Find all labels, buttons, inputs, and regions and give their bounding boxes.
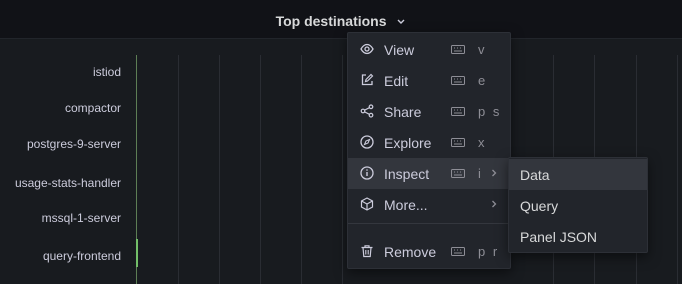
row-label: mssql-1-server (41, 211, 121, 225)
menu-item-inspect[interactable]: Inspect i (348, 158, 510, 189)
panel-title[interactable]: Top destinations (276, 13, 387, 29)
gridline (301, 55, 302, 284)
menu-shortcut: p s (478, 104, 502, 119)
gridline (219, 55, 220, 284)
submenu-item-query[interactable]: Query (509, 190, 647, 221)
menu-item-label: Explore (384, 135, 432, 151)
menu-shortcut: p r (478, 244, 500, 259)
menu-shortcut: v (478, 42, 487, 57)
menu-item-more[interactable]: More... (348, 189, 510, 220)
cube-icon (360, 197, 374, 211)
submenu-item-label: Query (520, 198, 559, 214)
chevron-right-icon (492, 200, 497, 208)
gridline (342, 55, 343, 284)
menu-item-view[interactable]: View v (348, 34, 510, 65)
trash-icon (361, 245, 373, 258)
menu-shortcut: x (478, 135, 487, 150)
gridline (677, 55, 678, 284)
menu-item-label: Edit (384, 73, 409, 89)
compass-icon (360, 135, 374, 149)
share-icon (360, 104, 374, 118)
keyboard-icon (451, 76, 465, 85)
menu-item-label: Share (384, 104, 422, 120)
menu-divider (348, 223, 510, 224)
eye-icon (360, 43, 374, 55)
menu-item-label: Inspect (384, 166, 430, 182)
row-label: compactor (64, 101, 121, 115)
submenu-item-data[interactable]: Data (509, 159, 647, 190)
menu-item-label: Remove (384, 244, 437, 260)
row-label: query-frontend (42, 249, 121, 263)
submenu-item-label: Panel JSON (520, 229, 598, 245)
menu-item-explore[interactable]: Explore x (348, 127, 510, 158)
submenu-item-panel-json[interactable]: Panel JSON (509, 221, 647, 252)
keyboard-icon (451, 169, 465, 178)
menu-item-label: View (384, 42, 415, 58)
edit-icon (361, 73, 374, 86)
inspect-submenu: Data Query Panel JSON (508, 157, 648, 253)
row-label: istiod (92, 65, 121, 79)
chevron-down-icon[interactable] (396, 18, 406, 26)
keyboard-icon (451, 138, 465, 147)
gridline (260, 55, 261, 284)
panel-context-menu: View v Edit e Share p s Explore x Inspec… (347, 32, 511, 269)
menu-item-remove[interactable]: Remove p r (348, 236, 510, 267)
menu-item-label: More... (384, 197, 428, 213)
keyboard-icon (451, 107, 465, 116)
menu-shortcut: i (478, 166, 483, 181)
keyboard-icon (451, 247, 465, 256)
info-icon (360, 166, 374, 180)
gridline (178, 55, 179, 284)
menu-shortcut: e (478, 73, 488, 88)
row-label: usage-stats-handler (14, 176, 121, 190)
submenu-item-label: Data (520, 167, 550, 183)
menu-item-share[interactable]: Share p s (348, 96, 510, 127)
value-bar (136, 239, 138, 267)
panel-title-button[interactable]: Top destinations (0, 13, 682, 29)
menu-item-edit[interactable]: Edit e (348, 65, 510, 96)
row-label: postgres-9-server (26, 137, 121, 151)
chevron-right-icon (492, 169, 497, 177)
keyboard-icon (451, 45, 465, 54)
panel-header[interactable]: Top destinations (0, 5, 682, 39)
